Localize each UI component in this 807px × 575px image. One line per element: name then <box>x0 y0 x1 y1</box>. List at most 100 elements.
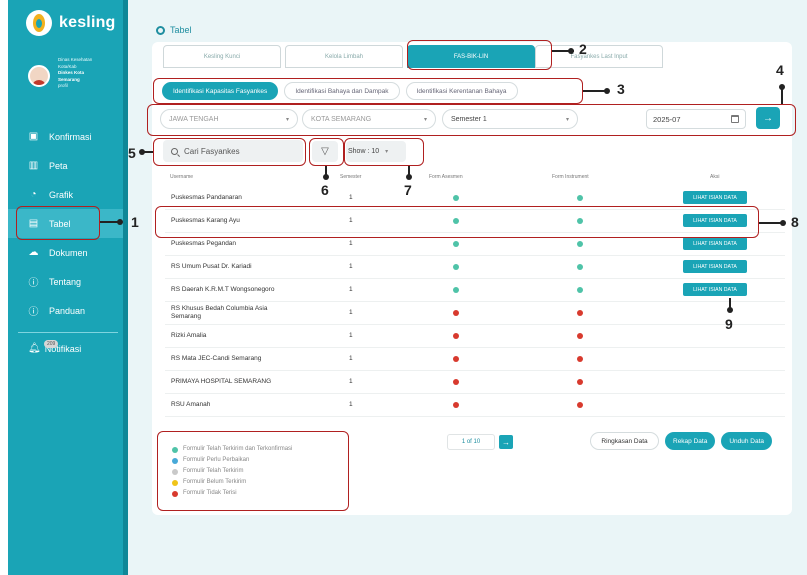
cell-semester: 1 <box>349 332 353 339</box>
cell-username: RS Khusus Bedah Columbia Asia Semarang <box>171 305 268 320</box>
cell-semester: 1 <box>349 401 353 408</box>
form-instrument-status-dot <box>577 264 583 270</box>
cell-semester: 1 <box>349 194 353 201</box>
table-row: RS Daerah K.R.M.T Wongsonegoro 1 LIHAT ISI… <box>165 279 785 302</box>
app-name: kesling <box>59 14 116 31</box>
cell-username: RSU Amanah <box>171 401 211 408</box>
annotation-box-2 <box>407 40 552 70</box>
user-profile[interactable]: Dinas Kesehatan Kota/Kab Dinkes Kota Sem… <box>28 57 118 90</box>
lihat-isian-data-button[interactable]: LIHAT ISIAN DATA <box>683 283 747 296</box>
sidebar-item-label: Peta <box>49 160 68 171</box>
cell-semester: 1 <box>349 263 353 270</box>
form-asesmen-status-dot <box>453 379 459 385</box>
form-instrument-status-dot <box>577 241 583 247</box>
sidebar-item-notifikasi[interactable]: 🔔︎ 209 Notifikasi <box>28 340 81 354</box>
page-indicator[interactable]: 1 of 10 <box>447 434 495 450</box>
sidebar-item-label: Konfirmasi <box>49 131 92 142</box>
tab-kesling-kunci[interactable]: Kesling Kunci <box>163 45 281 68</box>
form-instrument-status-dot <box>577 402 583 408</box>
lihat-isian-data-button[interactable]: LIHAT ISIAN DATA <box>683 260 747 273</box>
column-header-form-instrument: Form Instrument <box>552 174 589 180</box>
annotation-number-6: 6 <box>321 182 329 198</box>
annotation-box-3 <box>153 78 583 104</box>
arrow-right-icon: → <box>502 437 510 447</box>
annotation-leader-4 <box>781 86 783 104</box>
column-header-semester: Semester <box>340 174 362 180</box>
unduh-data-button[interactable]: Unduh Data <box>721 432 773 450</box>
cloud-icon: ☁ <box>28 247 39 258</box>
form-asesmen-status-dot <box>453 310 459 316</box>
table-row: RSU Amanah 1 <box>165 394 785 417</box>
form-instrument-status-dot <box>577 287 583 293</box>
info-icon: ⓘ <box>28 307 39 318</box>
cell-semester: 1 <box>349 309 353 316</box>
sidebar-item-tentang[interactable]: ⓘ Tentang <box>8 267 123 296</box>
form-asesmen-status-dot <box>453 195 459 201</box>
form-asesmen-status-dot <box>453 333 459 339</box>
sidebar-item-grafik[interactable]: ◔ Grafik <box>8 180 123 209</box>
sidebar-item-konfirmasi[interactable]: ▣ Konfirmasi <box>8 122 123 151</box>
form-asesmen-status-dot <box>453 264 459 270</box>
form-instrument-status-dot <box>577 356 583 362</box>
annotation-box-1 <box>16 206 100 240</box>
column-header-aksi: Aksi <box>710 174 720 180</box>
cell-username: PRIMAYA HOSPITAL SEMARANG <box>171 378 272 385</box>
sidebar-item-panduan[interactable]: ⓘ Panduan <box>8 296 123 325</box>
form-instrument-status-dot <box>577 310 583 316</box>
column-header-form-asesmen: Form Asesmen <box>429 174 463 180</box>
annotation-box-7 <box>344 138 424 166</box>
lihat-isian-data-button[interactable]: LIHAT ISIAN DATA <box>683 191 747 204</box>
sidebar-item-dokumen[interactable]: ☁ Dokumen <box>8 238 123 267</box>
app-logo[interactable]: kesling <box>26 10 116 36</box>
annotation-number-5: 5 <box>128 145 136 161</box>
next-page-button[interactable]: → <box>499 435 513 449</box>
table-header: Username Semester Form Asesmen Form Inst… <box>170 174 780 184</box>
annotation-marker-3 <box>604 88 610 94</box>
form-instrument-status-dot <box>577 195 583 201</box>
annotation-number-3: 3 <box>617 81 625 97</box>
annotation-marker-2 <box>568 48 574 54</box>
profile-text: Dinas Kesehatan Kota/Kab Dinkes Kota Sem… <box>58 57 118 90</box>
cell-username: Rizki Amalia <box>171 332 207 339</box>
annotation-number-4: 4 <box>776 62 784 78</box>
tab-kelola-limbah[interactable]: Kelola Limbah <box>285 45 403 68</box>
lihat-isian-data-button[interactable]: LIHAT ISIAN DATA <box>683 237 747 250</box>
annotation-leader-5 <box>141 151 153 153</box>
annotation-number-1: 1 <box>131 214 139 230</box>
form-instrument-status-dot <box>577 333 583 339</box>
sidebar-item-label: Dokumen <box>49 247 88 258</box>
table-row: PRIMAYA HOSPITAL SEMARANG 1 <box>165 371 785 394</box>
annotation-marker-6 <box>323 174 329 180</box>
form-asesmen-status-dot <box>453 402 459 408</box>
table-row: RS Khusus Bedah Columbia Asia Semarang 1 <box>165 302 785 325</box>
cell-username: Puskesmas Pandanaran <box>171 194 242 201</box>
info-icon: ⓘ <box>28 278 39 289</box>
cell-username: RS Mata JEC-Candi Semarang <box>171 355 262 362</box>
cell-semester: 1 <box>349 355 353 362</box>
pagination: 1 of 10 → <box>447 434 513 450</box>
annotation-marker-8 <box>780 220 786 226</box>
annotation-box-8 <box>155 206 759 238</box>
annotation-leader-1 <box>100 221 120 223</box>
tab-fasyankes-last-input[interactable]: Fasyankes Last Input <box>535 45 663 68</box>
annotation-number-8: 8 <box>791 214 799 230</box>
annotation-number-7: 7 <box>404 182 412 198</box>
data-actions: Ringkasan Data Rekap Data Unduh Data <box>590 432 773 450</box>
cell-username: RS Daerah K.R.M.T Wongsonegoro <box>171 286 275 293</box>
avatar <box>28 65 50 87</box>
annotation-box-4 <box>147 104 796 136</box>
ringkasan-data-button[interactable]: Ringkasan Data <box>590 432 659 450</box>
cell-semester: 1 <box>349 286 353 293</box>
rekap-data-button[interactable]: Rekap Data <box>665 432 716 450</box>
table-row: RS Mata JEC-Candi Semarang 1 <box>165 348 785 371</box>
annotation-marker-9 <box>727 307 733 313</box>
sidebar-item-label: Tentang <box>49 276 82 287</box>
bell-icon: 🔔︎ <box>28 343 41 354</box>
annotation-box-6 <box>309 138 344 166</box>
circle-icon <box>156 25 165 35</box>
sidebar-item-peta[interactable]: ▥ Peta <box>8 151 123 180</box>
form-asesmen-status-dot <box>453 356 459 362</box>
notification-count-badge: 209 <box>44 340 59 348</box>
form-asesmen-status-dot <box>453 287 459 293</box>
column-header-username: Username <box>170 174 194 180</box>
